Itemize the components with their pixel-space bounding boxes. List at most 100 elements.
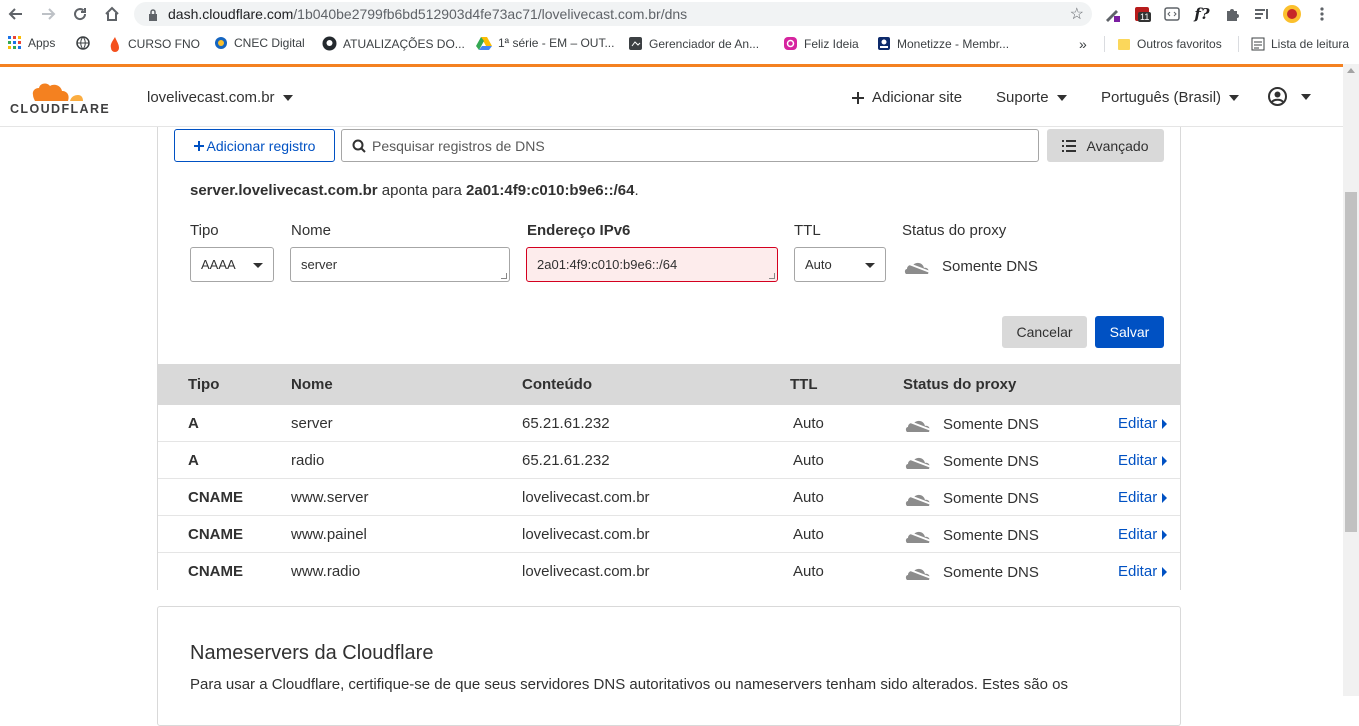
edit-link[interactable]: Editar xyxy=(1118,489,1168,506)
dns-only-cloud-icon xyxy=(904,456,932,469)
record-ttl: Auto xyxy=(793,489,824,506)
page-scrollbar[interactable] xyxy=(1343,64,1359,696)
chevron-down-icon xyxy=(1056,94,1067,101)
type-select[interactable]: AAAA xyxy=(190,247,274,282)
dns-only-cloud-icon xyxy=(903,261,931,274)
address-label: Endereço IPv6 xyxy=(527,222,631,239)
edit-link[interactable]: Editar xyxy=(1118,526,1168,543)
record-proxy: Somente DNS xyxy=(903,525,1039,545)
edit-link[interactable]: Editar xyxy=(1118,415,1168,432)
bookmarks-overflow[interactable]: » xyxy=(1079,36,1087,52)
dns-search-input[interactable]: Pesquisar registros de DNS xyxy=(341,129,1039,162)
ttl-select[interactable]: Auto xyxy=(794,247,886,282)
bookmark-apps[interactable]: Apps xyxy=(8,36,55,50)
table-row: CNAME www.painel lovelivecast.com.br Aut… xyxy=(158,516,1180,553)
add-site-button[interactable]: Adicionar site xyxy=(852,89,962,106)
record-ttl: Auto xyxy=(793,526,824,543)
column-type[interactable]: Tipo xyxy=(188,376,219,393)
record-content: lovelivecast.com.br xyxy=(522,563,650,580)
chevron-down-icon xyxy=(1301,93,1311,100)
scroll-up-arrow-icon[interactable] xyxy=(1347,68,1355,73)
column-proxy: Status do proxy xyxy=(903,376,1017,393)
address-bar[interactable]: dash.cloudflare.com/1b040be2799fb6bd5129… xyxy=(134,2,1092,26)
app-header: CLOUDFLARE lovelivecast.com.br Adicionar… xyxy=(0,67,1343,127)
bookmark-cnec-digital[interactable]: CNEC Digital xyxy=(214,36,305,50)
bookmarks-divider xyxy=(1104,36,1105,52)
reading-list-icon xyxy=(1251,37,1265,51)
chevron-down-icon xyxy=(282,94,293,101)
forward-arrow-icon[interactable] xyxy=(36,2,60,26)
scrollbar-thumb[interactable] xyxy=(1345,192,1357,532)
bookmark-star-icon[interactable]: ☆ xyxy=(1070,4,1084,24)
save-button[interactable]: Salvar xyxy=(1095,316,1164,348)
cloudflare-wordmark: CLOUDFLARE xyxy=(10,102,111,116)
site-switcher[interactable]: lovelivecast.com.br xyxy=(147,89,293,106)
record-ttl: Auto xyxy=(793,563,824,580)
edit-link[interactable]: Editar xyxy=(1118,452,1168,469)
record-type: CNAME xyxy=(188,526,243,543)
chevron-down-icon xyxy=(1229,94,1240,101)
dns-only-cloud-icon xyxy=(904,493,932,506)
formula-extension-icon[interactable]: f? xyxy=(1192,4,1212,24)
record-name: radio xyxy=(291,452,325,469)
bookmark-globe[interactable] xyxy=(76,36,90,50)
preview-target: 2a01:4f9:c010:b9e6::/64 xyxy=(466,182,635,199)
home-icon[interactable] xyxy=(100,2,124,26)
account-menu[interactable] xyxy=(1268,87,1311,106)
profile-avatar[interactable] xyxy=(1282,4,1302,24)
ttl-label: TTL xyxy=(794,222,821,239)
bookmarks-divider xyxy=(1238,36,1239,52)
bookmark-feliz-ideia[interactable]: Feliz Ideia xyxy=(783,36,859,51)
folder-icon xyxy=(1118,39,1130,50)
dns-only-cloud-icon xyxy=(904,419,932,432)
back-arrow-icon[interactable] xyxy=(4,2,28,26)
record-type: CNAME xyxy=(188,489,243,506)
reload-icon[interactable] xyxy=(68,2,92,26)
extension-badge: 11 xyxy=(1138,12,1152,22)
user-icon xyxy=(1268,87,1287,106)
support-menu[interactable]: Suporte xyxy=(996,89,1067,106)
menu-dots-icon[interactable] xyxy=(1312,4,1332,24)
badge-extension-icon[interactable]: 11 xyxy=(1132,4,1152,24)
pen-extension-icon[interactable] xyxy=(1102,4,1122,24)
table-row: CNAME www.server lovelivecast.com.br Aut… xyxy=(158,479,1180,516)
caret-right-icon xyxy=(1162,566,1168,577)
resize-handle-icon[interactable] xyxy=(769,273,775,279)
bookmark-gerenciador[interactable]: Gerenciador de An... xyxy=(628,36,759,51)
bookmark-serie-em[interactable]: 1ª série - EM – OUT... xyxy=(476,36,614,50)
caret-right-icon xyxy=(1162,492,1168,503)
bookmarks-bar: Apps CURSO FNO CNEC Digital ATUALIZAÇÕES… xyxy=(0,32,1359,58)
record-content: 65.21.61.232 xyxy=(522,452,610,469)
name-field[interactable]: server xyxy=(290,247,510,282)
advanced-button[interactable]: Avançado xyxy=(1047,129,1164,162)
column-name[interactable]: Nome xyxy=(291,376,333,393)
proxy-status-toggle[interactable]: Somente DNS xyxy=(902,256,1038,276)
reading-list-icon[interactable] xyxy=(1252,4,1272,24)
plus-icon xyxy=(193,140,204,151)
table-row: CNAME www.radio lovelivecast.com.br Auto… xyxy=(158,553,1180,590)
apps-grid-icon xyxy=(8,36,21,49)
bookmark-monetizze[interactable]: Monetizze - Membr... xyxy=(877,36,1009,51)
edit-link[interactable]: Editar xyxy=(1118,563,1168,580)
column-ttl[interactable]: TTL xyxy=(790,376,818,393)
bookmark-curso-fno[interactable]: CURSO FNO xyxy=(108,36,200,52)
bookmark-atualizacoes[interactable]: ATUALIZAÇÕES DO... xyxy=(322,36,465,51)
record-type: CNAME xyxy=(188,563,243,580)
code-extension-icon[interactable] xyxy=(1162,4,1182,24)
add-record-button[interactable]: Adicionar registro xyxy=(174,129,335,162)
column-content[interactable]: Conteúdo xyxy=(522,376,592,393)
ipv6-address-field[interactable]: 2a01:4f9:c010:b9e6::/64 xyxy=(526,247,778,282)
search-icon xyxy=(352,139,366,153)
puzzle-icon[interactable] xyxy=(1222,4,1242,24)
preview-connector: aponta para xyxy=(377,182,467,199)
bookmark-folder-outros[interactable]: Outros favoritos xyxy=(1104,36,1222,52)
cancel-button[interactable]: Cancelar xyxy=(1002,316,1087,348)
table-header: Tipo Nome Conteúdo TTL Status do proxy xyxy=(158,364,1180,405)
reading-list-button[interactable]: Lista de leitura xyxy=(1238,36,1349,52)
nameservers-description: Para usar a Cloudflare, certifique-se de… xyxy=(190,676,1068,693)
ads-manager-icon xyxy=(629,37,642,50)
resize-handle-icon[interactable] xyxy=(501,273,507,279)
record-name: www.radio xyxy=(291,563,361,580)
language-menu[interactable]: Português (Brasil) xyxy=(1101,89,1240,106)
cnec-logo-icon xyxy=(215,37,227,49)
